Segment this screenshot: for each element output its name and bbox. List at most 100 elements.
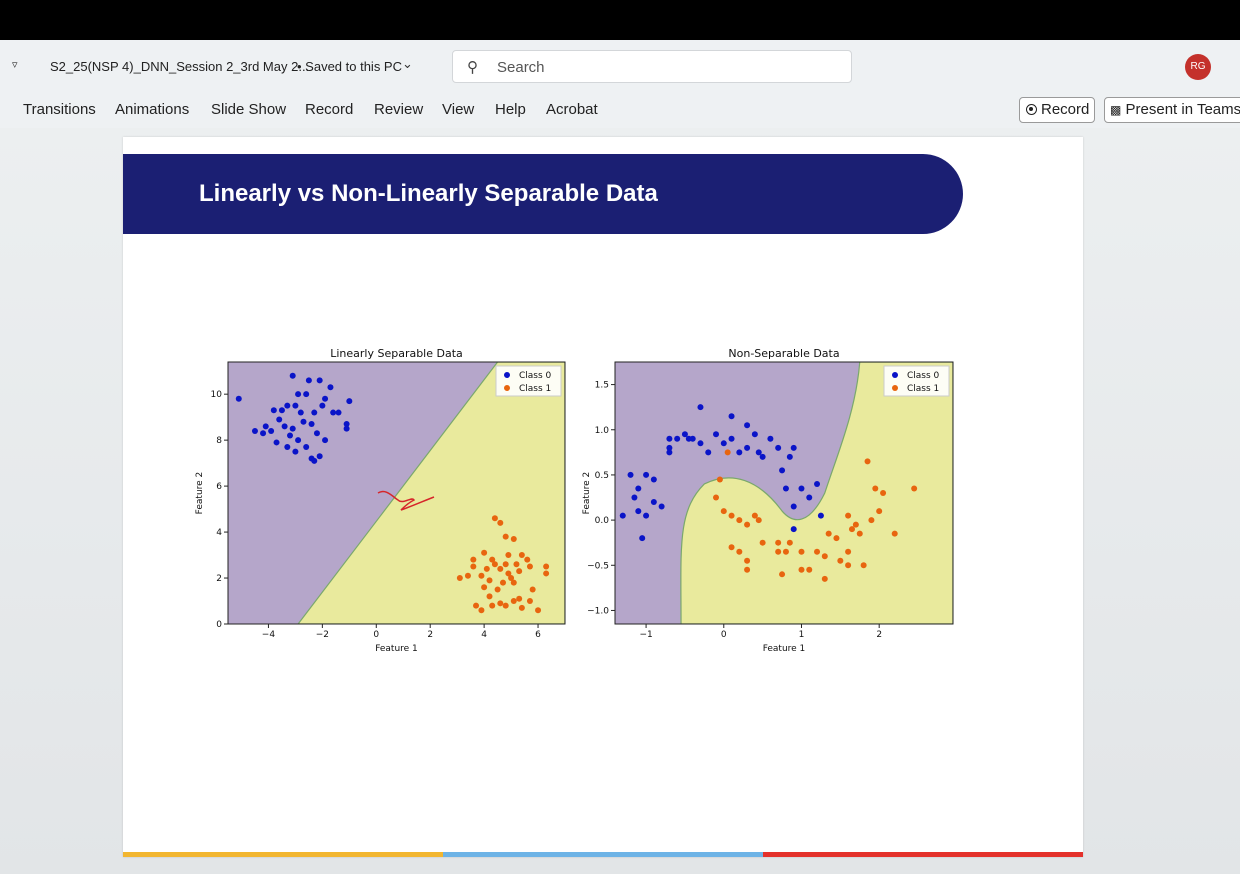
- x-axis-label: Feature 1: [375, 644, 418, 654]
- chart-title: Non-Separable Data: [728, 347, 839, 360]
- point-class-1-27: [526, 598, 533, 605]
- point-class-0-5: [322, 395, 329, 402]
- point-class-0-35: [786, 453, 793, 460]
- point-class-0-21: [281, 423, 288, 430]
- point-class-1-41: [516, 595, 523, 602]
- point-class-0-31: [284, 444, 291, 451]
- point-class-0-2: [305, 377, 312, 384]
- point-class-1-32: [864, 458, 871, 465]
- point-class-0-11: [284, 402, 291, 409]
- point-class-1-25: [837, 557, 844, 564]
- point-class-0-21: [713, 431, 720, 438]
- point-class-1-28: [535, 607, 542, 614]
- point-class-0-33: [779, 467, 786, 474]
- footer-bar-blue: [443, 852, 763, 857]
- point-class-1-21: [478, 607, 485, 614]
- point-class-1-31: [510, 579, 517, 586]
- point-class-1-40: [470, 556, 477, 563]
- point-class-1-25: [510, 598, 517, 605]
- point-class-1-6: [755, 517, 762, 524]
- legend-label-class-0: Class 0: [519, 371, 552, 381]
- point-class-0-3: [635, 485, 642, 492]
- point-class-0-1: [289, 372, 296, 379]
- point-class-1-14: [779, 571, 786, 578]
- footer-bar-yellow: [123, 852, 443, 857]
- point-class-1-27: [845, 548, 852, 555]
- point-class-1-22: [821, 575, 828, 582]
- point-class-1-20: [473, 602, 480, 609]
- point-class-1-1: [464, 572, 471, 579]
- y-tick-label: 0.5: [595, 471, 609, 481]
- point-class-0-29: [268, 427, 275, 434]
- point-class-0-26: [744, 422, 751, 429]
- point-class-1-2: [728, 512, 735, 519]
- point-class-0-3: [316, 377, 323, 384]
- point-class-0-32: [775, 444, 782, 451]
- legend-marker-class-1: [892, 385, 898, 391]
- point-class-0-30: [273, 439, 280, 446]
- point-class-0-9: [650, 499, 657, 506]
- point-class-1-7: [491, 515, 498, 522]
- point-class-1-9: [744, 557, 751, 564]
- point-class-1-37: [529, 586, 536, 593]
- x-tick-label: −1: [639, 630, 652, 640]
- point-class-0-37: [251, 427, 258, 434]
- y-axis-label: Feature 2: [195, 472, 205, 515]
- legend-marker-class-1: [504, 385, 510, 391]
- point-class-1-8: [736, 548, 743, 555]
- legend-marker-class-0: [504, 372, 510, 378]
- point-class-0-24: [308, 421, 315, 428]
- point-class-0-31: [767, 435, 774, 442]
- point-class-0-27: [260, 430, 267, 437]
- point-class-0-26: [322, 437, 329, 444]
- point-class-1-11: [759, 539, 766, 546]
- point-class-0-15: [319, 402, 326, 409]
- legend-label-class-0: Class 0: [907, 371, 940, 381]
- point-class-0-4: [635, 508, 642, 515]
- point-class-1-34: [491, 561, 498, 568]
- point-class-1-16: [499, 579, 506, 586]
- charts-figure: −4 −2 0 2 4 60246810Linearly Separable DataFe…: [195, 347, 954, 654]
- point-class-1-28: [848, 526, 855, 533]
- point-class-1-16: [786, 539, 793, 546]
- point-class-1-23: [497, 600, 504, 607]
- point-class-0-17: [689, 435, 696, 442]
- point-class-1-30: [543, 563, 550, 570]
- point-class-1-2: [470, 563, 477, 570]
- y-tick-label: 10: [211, 390, 223, 400]
- point-class-1-31: [860, 562, 867, 569]
- point-class-0-33: [303, 444, 310, 451]
- point-class-1-24: [833, 535, 840, 542]
- x-tick-label: −4: [262, 630, 276, 640]
- point-class-1-36: [880, 490, 887, 496]
- point-class-1-19: [806, 566, 813, 573]
- point-class-1-21: [821, 553, 828, 560]
- point-class-1-35: [876, 508, 883, 515]
- point-class-1-5: [483, 565, 490, 572]
- point-class-0-2: [631, 494, 638, 501]
- point-class-1-0: [456, 575, 463, 582]
- point-class-1-10: [744, 566, 751, 573]
- point-class-0-25: [313, 430, 320, 437]
- point-class-0-6: [650, 476, 657, 483]
- point-class-0-25: [736, 449, 743, 456]
- point-class-1-29: [852, 521, 859, 528]
- y-tick-label: 1.5: [595, 381, 609, 391]
- point-class-0-41: [790, 526, 797, 533]
- point-class-1-37: [891, 530, 898, 537]
- point-class-0-42: [817, 512, 824, 519]
- legend-label-class-1: Class 1: [907, 384, 939, 394]
- point-class-1-30: [856, 530, 863, 537]
- point-class-1-33: [868, 517, 875, 524]
- point-class-1-19: [481, 584, 488, 591]
- point-class-1-22: [489, 602, 496, 609]
- point-class-0-23: [728, 413, 735, 420]
- point-class-1-38: [486, 577, 493, 584]
- point-class-0-4: [327, 384, 334, 391]
- point-class-1-11: [518, 552, 525, 559]
- point-class-1-41: [845, 562, 852, 569]
- y-tick-label: 6: [216, 482, 222, 492]
- point-class-1-14: [516, 568, 523, 575]
- point-class-1-40: [724, 449, 731, 456]
- point-class-1-7: [728, 544, 735, 551]
